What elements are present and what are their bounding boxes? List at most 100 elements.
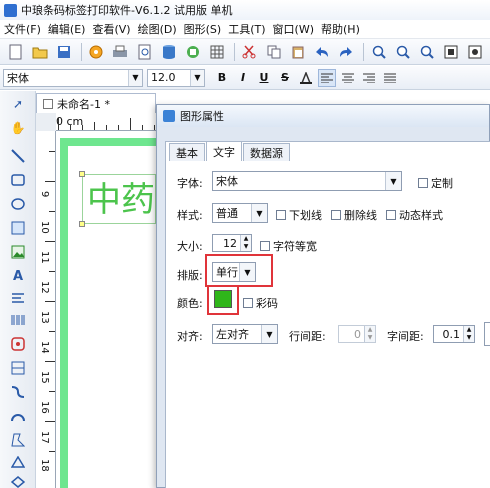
- pointer-icon[interactable]: ➚: [8, 95, 28, 113]
- rich-text-icon[interactable]: [8, 289, 28, 307]
- print-setup-icon[interactable]: [183, 42, 202, 62]
- size-spinner[interactable]: 12 ▲ ▼: [212, 234, 252, 252]
- menu-view[interactable]: 查看(V): [92, 21, 130, 37]
- image-icon[interactable]: [8, 219, 28, 237]
- text-object[interactable]: 中药: [82, 174, 156, 224]
- align-left-icon[interactable]: [318, 68, 336, 87]
- checkbox-box[interactable]: [276, 210, 286, 220]
- ruler-number: 15: [39, 371, 50, 384]
- spinner-arrows[interactable]: ▲ ▼: [463, 326, 474, 342]
- italic-button[interactable]: I: [234, 69, 252, 87]
- zoom-in-icon[interactable]: [369, 42, 388, 62]
- database-icon[interactable]: [159, 42, 178, 62]
- shape-icon[interactable]: [8, 359, 28, 377]
- ellipse-icon[interactable]: [8, 195, 28, 213]
- align-right-icon[interactable]: [360, 69, 378, 87]
- chevron-down-icon[interactable]: ▼: [385, 172, 401, 190]
- menu-draw[interactable]: 绘图(D): [138, 21, 177, 37]
- monospace-checkbox[interactable]: 字符等宽: [260, 238, 317, 254]
- tab-text[interactable]: 文字: [206, 141, 242, 161]
- align-justify-icon[interactable]: [381, 69, 399, 87]
- zoom-fit-icon[interactable]: [417, 42, 436, 62]
- cut-icon[interactable]: [240, 42, 259, 62]
- spinner-arrows[interactable]: ▲ ▼: [364, 326, 375, 342]
- new-icon[interactable]: [6, 42, 25, 62]
- align-select[interactable]: 左对齐 ▼: [212, 324, 278, 344]
- zoom-out-icon[interactable]: [393, 42, 412, 62]
- line-spacing-spinner[interactable]: 0 ▲ ▼: [338, 325, 376, 343]
- picture-icon[interactable]: [8, 243, 28, 261]
- print-preview-icon[interactable]: [135, 42, 154, 62]
- underline-checkbox[interactable]: 下划线: [276, 207, 322, 223]
- spinner-arrows[interactable]: ▲ ▼: [240, 235, 251, 251]
- print-icon[interactable]: [111, 42, 130, 62]
- strikethrough-checkbox[interactable]: 删除线: [331, 207, 377, 223]
- tab-basic[interactable]: 基本: [169, 143, 205, 161]
- ruler-tick: [130, 118, 131, 130]
- settings-icon[interactable]: [87, 42, 106, 62]
- tab-datasource[interactable]: 数据源: [243, 143, 290, 161]
- ruler-tick: [49, 391, 55, 392]
- undo-icon[interactable]: [313, 42, 332, 62]
- toolbar-separator: [233, 42, 235, 61]
- text-color-icon[interactable]: [297, 69, 315, 87]
- style-select[interactable]: 普通 ▼: [212, 203, 268, 223]
- resize-handle[interactable]: [79, 171, 85, 177]
- arc-icon[interactable]: [8, 407, 28, 425]
- chevron-down-icon[interactable]: ▼: [128, 69, 142, 86]
- font-size-select[interactable]: 12.0 ▼: [147, 68, 205, 87]
- ruler-tick: [49, 271, 55, 272]
- menu-edit[interactable]: 编辑(E): [48, 21, 86, 37]
- document-tab[interactable]: 未命名-1 *: [36, 93, 156, 113]
- checkbox-box[interactable]: [418, 178, 428, 188]
- dynamic-style-checkbox[interactable]: 动态样式: [386, 207, 443, 223]
- font-select-value: 宋体: [216, 175, 238, 188]
- copy-icon[interactable]: [264, 42, 283, 62]
- underline-button[interactable]: U: [255, 69, 273, 87]
- diamond-icon[interactable]: [8, 473, 28, 488]
- zoom-page-icon[interactable]: [466, 42, 485, 62]
- ruler-tick: [82, 125, 83, 130]
- bold-button[interactable]: B: [213, 69, 231, 87]
- window-title: 中琅条码标签打印软件-V6.1.2 试用版 单机: [21, 4, 233, 17]
- checkbox-box[interactable]: [331, 210, 341, 220]
- dialog-title-bar[interactable]: 图形属性: [157, 105, 489, 127]
- pan-icon[interactable]: ✋: [8, 119, 28, 137]
- chevron-down-icon[interactable]: ▼: [261, 325, 277, 343]
- resize-handle[interactable]: [79, 221, 85, 227]
- text-icon[interactable]: A: [8, 267, 28, 285]
- open-icon[interactable]: [30, 42, 49, 62]
- menu-help[interactable]: 帮助(H): [321, 21, 360, 37]
- checkbox-box[interactable]: [260, 241, 270, 251]
- style-label: 样式:: [177, 209, 203, 222]
- qrcode-icon[interactable]: [8, 335, 28, 353]
- grid-icon[interactable]: [208, 42, 227, 62]
- colorcode-checkbox[interactable]: 彩码: [243, 295, 278, 311]
- save-icon[interactable]: [54, 42, 73, 62]
- char-spacing-spinner[interactable]: 0.1 ▲ ▼: [433, 325, 475, 343]
- paste-icon[interactable]: [288, 42, 307, 62]
- barcode-icon[interactable]: [8, 311, 28, 329]
- font-family-select[interactable]: 宋体 ▼: [3, 68, 143, 87]
- polygon-icon[interactable]: [8, 431, 28, 449]
- chevron-down-icon[interactable]: ▼: [190, 69, 204, 86]
- redo-icon[interactable]: [337, 42, 356, 62]
- checkbox-box[interactable]: [386, 210, 396, 220]
- menu-file[interactable]: 文件(F): [4, 21, 41, 37]
- rectangle-icon[interactable]: [8, 171, 28, 189]
- strikethrough-button[interactable]: S: [276, 69, 294, 87]
- menu-window[interactable]: 窗口(W): [273, 21, 314, 37]
- zoom-actual-icon[interactable]: [442, 42, 461, 62]
- menu-shape[interactable]: 图形(S): [184, 21, 222, 37]
- font-select[interactable]: 宋体 ▼: [212, 171, 402, 191]
- chevron-down-icon[interactable]: ▼: [251, 204, 267, 222]
- line-icon[interactable]: [8, 147, 28, 165]
- triangle-icon[interactable]: [8, 453, 28, 471]
- cut-off-control[interactable]: [484, 322, 490, 346]
- menu-tools[interactable]: 工具(T): [228, 21, 265, 37]
- polyline-icon[interactable]: [8, 383, 28, 401]
- custom-checkbox[interactable]: 定制: [418, 175, 453, 191]
- align-center-icon[interactable]: [339, 69, 357, 87]
- checkbox-box[interactable]: [243, 298, 253, 308]
- underline-label: 下划线: [289, 209, 322, 222]
